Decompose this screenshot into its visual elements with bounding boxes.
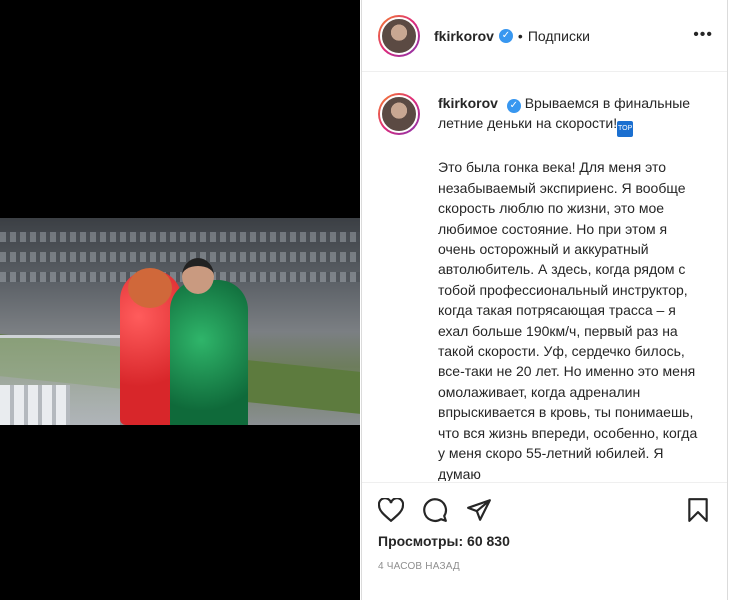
view-count[interactable]: Просмотры: 60 830 [378, 533, 510, 549]
heart-icon[interactable] [376, 495, 406, 525]
grandstand-stripe [0, 232, 360, 242]
timestamp[interactable]: 4 ЧАСОВ НАЗАД [378, 561, 460, 572]
verified-badge-icon: ✓ [498, 28, 513, 43]
man-figure [170, 280, 248, 425]
avatar[interactable] [378, 14, 420, 57]
top-flag-icon: TOP [617, 121, 634, 138]
grandstand-stripe [0, 252, 360, 262]
username-link[interactable]: fkirkorov [434, 28, 494, 44]
caption-scroll-area[interactable]: fkirkorov ✓ Врываемся в финальные летние… [362, 73, 727, 481]
post-photo[interactable] [0, 218, 360, 425]
action-bar [362, 482, 727, 538]
verified-badge-icon: ✓ [506, 99, 521, 113]
post-media[interactable] [0, 0, 360, 600]
grandstand-stripe [0, 272, 360, 282]
stadium-seats [0, 385, 70, 425]
caption-avatar[interactable] [378, 93, 420, 135]
man-head [182, 258, 214, 294]
caption-row: fkirkorov ✓ Врываемся в финальные летние… [378, 93, 711, 481]
woman-hair [128, 268, 172, 308]
separator-dot: • [517, 27, 523, 44]
bookmark-icon[interactable] [683, 495, 713, 525]
avatar-image [380, 16, 418, 55]
caption-text: fkirkorov ✓ Врываемся в финальные летние… [438, 93, 700, 481]
more-options-icon[interactable]: ••• [693, 26, 713, 44]
following-button[interactable]: Подписки [528, 28, 590, 44]
caption-body: Это была гонка века! Для меня это незабы… [438, 159, 698, 481]
avatar-image [380, 95, 418, 133]
share-icon[interactable] [464, 495, 494, 525]
post-side-panel: fkirkorov ✓ • Подписки ••• fkirkorov ✓ В… [361, 0, 728, 600]
caption-username-link[interactable]: fkirkorov [438, 95, 498, 111]
post-header: fkirkorov ✓ • Подписки ••• [362, 0, 727, 72]
comment-icon[interactable] [420, 495, 450, 525]
